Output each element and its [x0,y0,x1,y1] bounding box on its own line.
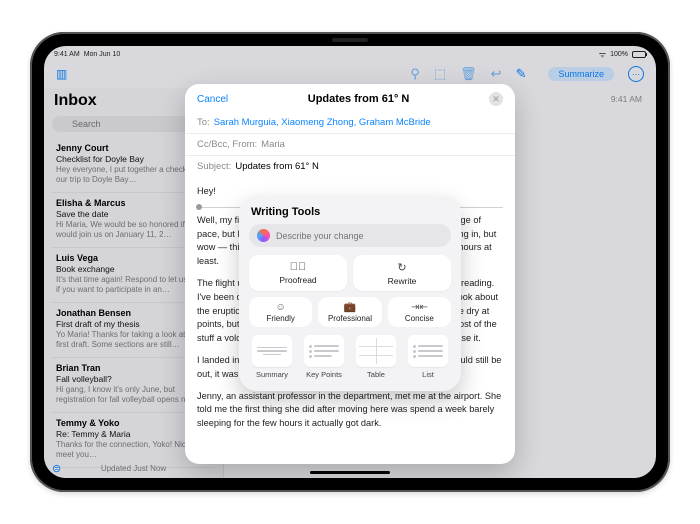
trash-icon[interactable]: 🗑 [460,66,477,82]
battery-icon [632,51,646,58]
subject-value: Updates from 61° N [235,161,319,172]
rewrite-label: Rewrite [388,276,417,286]
summary-label: Summary [256,370,288,379]
table-label: Table [367,370,385,379]
screen: 9:41 AM Mon Jun 10 ᯤ 100% ▥ ⚲ ⬚ 🗑 ↩︎ [44,46,656,478]
professional-button[interactable]: 💼 Professional [318,297,381,327]
proofread-button[interactable]: ✓⃝ Proofread [249,255,347,291]
more-icon[interactable]: ⋯ [628,66,644,82]
subject-label: Subject: [197,161,231,172]
wifi-icon: ᯤ [599,49,606,60]
friendly-icon: ☺ [276,302,286,313]
professional-label: Professional [328,314,372,323]
filter-button-icon[interactable]: ⊜ [52,462,61,475]
summary-button[interactable]: Summary [249,335,295,379]
proofread-label: Proofread [279,275,316,285]
updated-label: Updated Just Now [101,464,166,473]
writing-tools-title: Writing Tools [251,206,449,218]
to-value[interactable]: Sarah Murguia, Xiaomeng Zhong, Graham Mc… [214,117,431,128]
table-button[interactable]: Table [353,335,399,379]
body-p4: Jenny, an assistant professor in the dep… [197,390,503,431]
concise-icon: ⇥⇤ [411,302,428,313]
to-label: To: [197,117,210,128]
describe-change-field[interactable] [249,224,451,247]
concise-label: Concise [405,314,434,323]
professional-icon: 💼 [344,302,356,313]
reply-icon[interactable]: ↩︎ [491,66,502,82]
status-time: 9:41 AM [54,51,80,58]
summarize-button[interactable]: Summarize [548,67,614,81]
key-points-label: Key Points [306,370,342,379]
battery-percent: 100% [610,51,628,58]
cancel-button[interactable]: Cancel [197,94,228,105]
friendly-button[interactable]: ☺ Friendly [249,297,312,327]
close-button[interactable]: ✕ [489,92,503,106]
compose-title: Updates from 61° N [308,93,410,105]
to-field[interactable]: To: Sarah Murguia, Xiaomeng Zhong, Graha… [185,112,515,133]
mail-toolbar: ▥ ⚲ ⬚ 🗑 ↩︎ ✎ Summarize ⋯ [44,62,656,86]
close-icon: ✕ [492,94,500,105]
home-indicator[interactable] [310,471,390,474]
key-points-button[interactable]: Key Points [301,335,347,379]
sidebar-toggle-icon[interactable]: ▥ [56,67,67,81]
concise-button[interactable]: ⇥⇤ Concise [388,297,451,327]
compose-icon[interactable]: ✎ [516,66,527,82]
front-camera [332,38,368,42]
subject-field[interactable]: Subject: Updates from 61° N [185,155,515,177]
status-date: Mon Jun 10 [84,51,121,58]
proofread-icon: ✓⃝ [290,261,307,273]
filter-icon[interactable]: ⚲ [410,66,420,82]
archive-icon[interactable]: ⬚ [434,66,446,82]
status-bar: 9:41 AM Mon Jun 10 ᯤ 100% [44,46,656,62]
list-label: List [422,370,434,379]
cc-label: Cc/Bcc, From: [197,139,257,150]
rewrite-icon: ↻ [397,261,406,274]
apple-intelligence-icon [257,229,270,242]
cc-field[interactable]: Cc/Bcc, From: Maria [185,133,515,155]
describe-change-input[interactable] [276,231,441,241]
rewrite-button[interactable]: ↻ Rewrite [353,255,451,291]
cc-value: Maria [261,139,285,150]
writing-tools-popover: Writing Tools ✓⃝ Proofread ↻ Rewrite [239,196,461,391]
list-button[interactable]: List [405,335,451,379]
ipad-frame: 9:41 AM Mon Jun 10 ᯤ 100% ▥ ⚲ ⬚ 🗑 ↩︎ [30,32,670,492]
friendly-label: Friendly [266,314,294,323]
message-time: 9:41 AM [611,94,642,104]
